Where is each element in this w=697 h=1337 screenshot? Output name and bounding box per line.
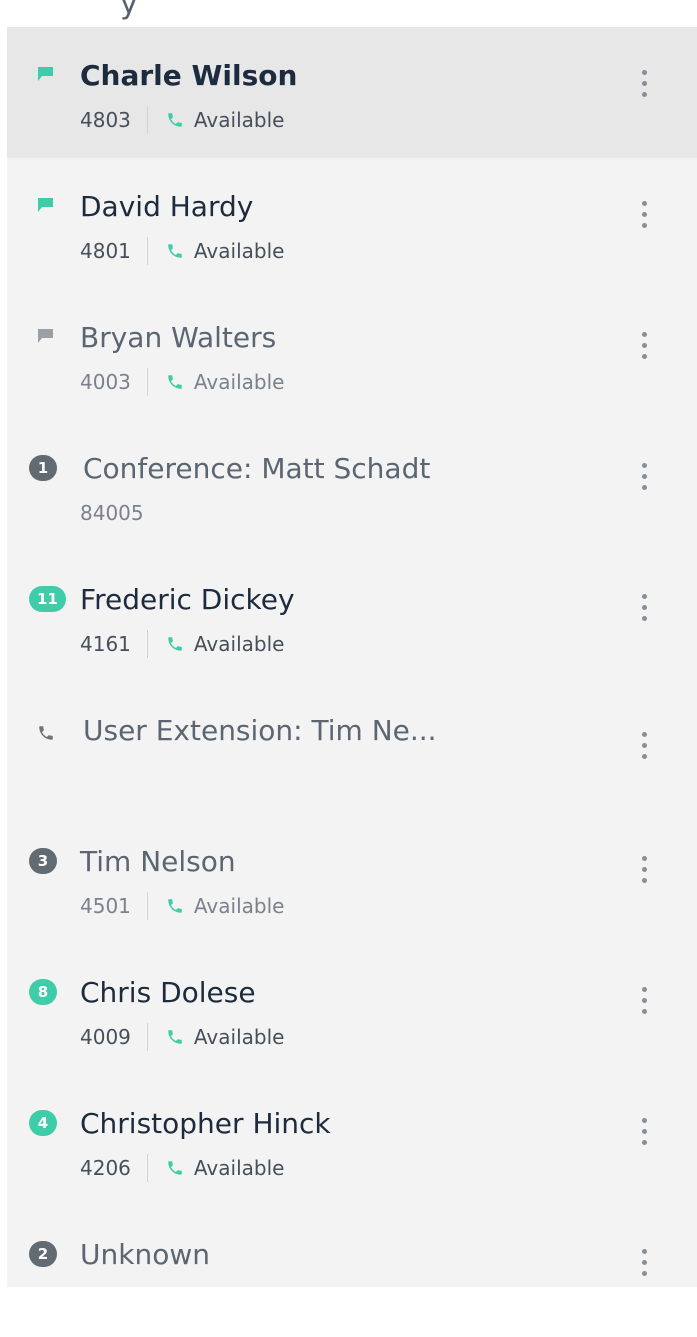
more-options-button[interactable] (637, 856, 651, 896)
indicator: 4 (29, 1110, 71, 1138)
unread-count-badge: 1 (29, 455, 57, 481)
contact-row-user-extension-tim-nelson[interactable]: User Extension: Tim Ne... (7, 682, 697, 813)
contact-meta: 84005 (80, 499, 144, 527)
phone-icon (168, 899, 182, 913)
divider (146, 1154, 148, 1182)
indicator: 8 (29, 979, 71, 1007)
contact-name: Chris Dolese (80, 976, 256, 1009)
phone-icon (168, 244, 182, 258)
more-options-button[interactable] (637, 987, 651, 1027)
extension-number: 4801 (80, 239, 131, 263)
contact-name: Unknown (80, 1238, 210, 1271)
contact-row-frederic-dickey[interactable]: 11 Frederic Dickey 4161 Available (7, 551, 697, 682)
previous-section-text: y (120, 0, 138, 21)
contact-meta: 4206 Available (80, 1154, 284, 1182)
unread-count-badge: 8 (29, 979, 57, 1005)
more-options-button[interactable] (637, 70, 651, 110)
availability-status: Available (193, 239, 285, 263)
phone-icon (168, 1161, 182, 1175)
divider (146, 630, 148, 658)
extension-number: 4206 (80, 1156, 131, 1180)
contact-meta: 4801 Available (80, 237, 284, 265)
more-options-button[interactable] (637, 332, 651, 372)
contact-name: David Hardy (80, 190, 254, 223)
contact-meta: 4161 Available (80, 630, 284, 658)
contact-row-bryan-walters[interactable]: Bryan Walters 4003 Available (7, 289, 697, 420)
divider (146, 892, 148, 920)
indicator: 11 (29, 586, 71, 614)
availability-status: Available (193, 894, 285, 918)
unread-count-badge: 2 (29, 1241, 57, 1267)
contact-row-unknown[interactable]: 2 Unknown (7, 1206, 697, 1337)
phone-icon (168, 375, 182, 389)
indicator (29, 195, 71, 221)
availability-status: Available (193, 1025, 285, 1049)
more-options-button[interactable] (637, 594, 651, 634)
availability-status: Available (193, 632, 285, 656)
phone-icon (168, 1030, 182, 1044)
contact-name: Bryan Walters (80, 321, 277, 354)
contact-meta: 4501 Available (80, 892, 284, 920)
divider (146, 106, 148, 134)
unread-count-badge: 3 (29, 848, 57, 874)
extension-number: 84005 (80, 501, 144, 525)
extension-number: 4161 (80, 632, 131, 656)
more-options-button[interactable] (637, 732, 651, 772)
more-options-button[interactable] (637, 1249, 651, 1289)
contact-name: Christopher Hinck (80, 1107, 331, 1140)
contact-meta: 4803 Available (80, 106, 284, 134)
extension-number: 4009 (80, 1025, 131, 1049)
more-options-button[interactable] (637, 463, 651, 503)
contact-name: Conference: Matt Schadt (83, 452, 431, 485)
extension-number: 4003 (80, 370, 131, 394)
contact-row-tim-nelson[interactable]: 3 Tim Nelson 4501 Available (7, 813, 697, 944)
contact-name: Frederic Dickey (80, 583, 295, 616)
contact-meta: 4009 Available (80, 1023, 284, 1051)
message-flag-icon (38, 67, 53, 81)
divider (146, 237, 148, 265)
indicator (29, 326, 71, 352)
contact-meta: 4003 Available (80, 368, 284, 396)
contact-row-david-hardy[interactable]: David Hardy 4801 Available (7, 158, 697, 289)
availability-status: Available (193, 370, 285, 394)
contacts-list: Charle Wilson 4803 Available David Hardy… (7, 27, 697, 1287)
availability-status: Available (193, 1156, 285, 1180)
extension-number: 4501 (80, 894, 131, 918)
unread-count-badge: 11 (29, 586, 66, 612)
indicator: 3 (29, 848, 71, 876)
indicator: 2 (29, 1241, 71, 1269)
divider (146, 1023, 148, 1051)
indicator (29, 719, 71, 745)
contact-row-chris-dolese[interactable]: 8 Chris Dolese 4009 Available (7, 944, 697, 1075)
contact-row-charle-wilson[interactable]: Charle Wilson 4803 Available (7, 27, 697, 158)
indicator (29, 64, 71, 90)
contact-name: Charle Wilson (80, 59, 298, 92)
phone-icon (168, 113, 182, 127)
phone-icon (39, 726, 53, 740)
contact-row-conference-matt-schadt[interactable]: 1 Conference: Matt Schadt 84005 (7, 420, 697, 551)
message-flag-icon (38, 198, 53, 212)
phone-icon (168, 637, 182, 651)
availability-status: Available (193, 108, 285, 132)
contact-row-christopher-hinck[interactable]: 4 Christopher Hinck 4206 Available (7, 1075, 697, 1206)
unread-count-badge: 4 (29, 1110, 57, 1136)
more-options-button[interactable] (637, 1118, 651, 1158)
divider (146, 368, 148, 396)
more-options-button[interactable] (637, 201, 651, 241)
previous-section-fragment: y (0, 0, 697, 26)
contact-name: Tim Nelson (80, 845, 236, 878)
indicator: 1 (29, 455, 71, 483)
contact-name: User Extension: Tim Ne... (83, 714, 437, 747)
extension-number: 4803 (80, 108, 131, 132)
message-flag-icon (38, 329, 53, 343)
